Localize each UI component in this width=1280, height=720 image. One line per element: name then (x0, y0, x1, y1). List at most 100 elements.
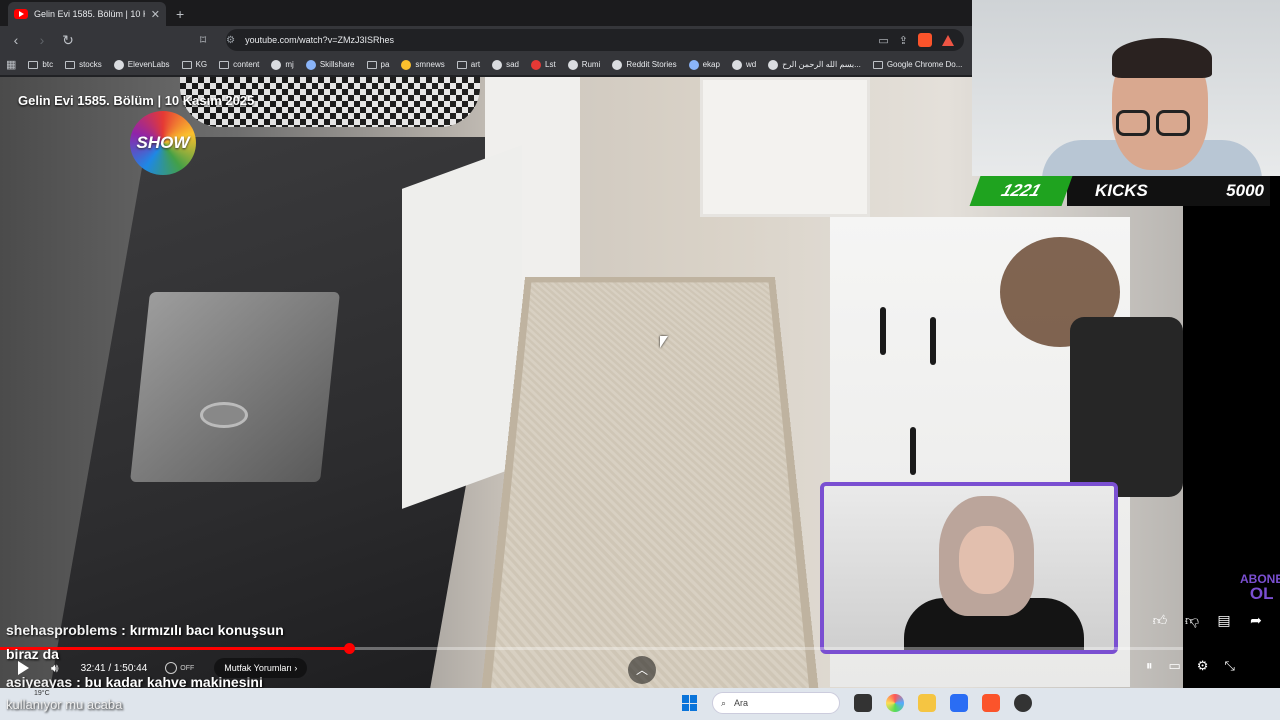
kicks-label-wrap: KICKS 5000 (1067, 176, 1270, 206)
bookmark-label: ekap (702, 60, 720, 69)
copilot-icon[interactable] (886, 694, 904, 712)
rewards-icon[interactable] (942, 34, 954, 46)
bookmark-item[interactable]: Skillshare (305, 59, 355, 70)
bookmark-item[interactable]: Lst (531, 59, 556, 70)
chapter-label: Mutfak Yorumları (224, 663, 292, 673)
page-icon (768, 59, 779, 70)
bookmark-item[interactable]: smnews (401, 59, 445, 70)
play-icon[interactable] (18, 661, 29, 675)
share-arrow-icon[interactable]: ➦ (1246, 610, 1266, 630)
bookmark-item[interactable]: mj (271, 59, 294, 70)
bookmark-item[interactable]: Rumi (567, 59, 600, 70)
bookmark-item[interactable]: btc (28, 60, 53, 69)
weather-temp[interactable]: 19°C (34, 690, 50, 697)
bookmark-label: Skillshare (319, 60, 355, 69)
folder-icon (219, 60, 230, 69)
bookmark-item[interactable]: بسم الله الرحمن الرح... (768, 59, 861, 70)
chat-text: kırmızılı bacı konuşsun (129, 622, 284, 638)
like-icon[interactable]: 👍︎ (1150, 610, 1170, 630)
reload-icon[interactable]: ↻ (60, 32, 76, 49)
autoplay-label: OFF (180, 664, 195, 672)
bookmark-item[interactable]: KG (181, 60, 208, 69)
file-explorer-icon[interactable] (918, 694, 936, 712)
comment-icon[interactable]: ▤ (1214, 610, 1234, 630)
folder-icon (28, 60, 39, 69)
folder-icon (456, 60, 467, 69)
settings-gear-icon[interactable]: ⚙ (1197, 658, 1209, 674)
bookmark-item[interactable]: Reddit Stories (612, 59, 677, 70)
bookmark-label: mj (285, 60, 294, 69)
lst-icon (531, 59, 542, 70)
bookmark-item[interactable]: content (219, 60, 259, 69)
bookmark-label: pa (380, 60, 390, 69)
chevron-up-icon[interactable]: ︿ (628, 656, 656, 684)
bookmark-item[interactable]: stocks (65, 60, 102, 69)
sad-icon (492, 59, 503, 70)
player-controls: 🔊︎ 32:41 / 1:50:44 OFF Mutfak Yorumları … (0, 656, 1183, 680)
bookmark-label: wd (745, 60, 757, 69)
url-text[interactable]: youtube.com/watch?v=ZMzJ3ISRhes (245, 35, 868, 45)
chat-message: kullanıyor mu acaba (6, 697, 122, 712)
close-tab-icon[interactable]: ✕ (151, 8, 160, 21)
subscribe-badge: ABONE OL (1240, 573, 1280, 603)
bookmark-item[interactable]: ElevenLabs (113, 59, 170, 70)
apps-grid-icon[interactable]: ▦ (6, 58, 16, 71)
tab-strip: Gelin Evi 1585. Bölüm | 10 Kas ✕ + (0, 0, 972, 26)
windows-start-icon[interactable] (682, 695, 698, 711)
folder-icon (366, 60, 377, 69)
snipping-tool-icon[interactable] (950, 694, 968, 712)
chat-user: shehasproblems (6, 622, 118, 638)
bookmark-item[interactable]: art (456, 60, 481, 69)
subtitles-icon[interactable]: ▭ (1169, 658, 1181, 674)
taskbar-search[interactable]: ⌕ Ara (712, 692, 840, 714)
exit-fullscreen-icon[interactable]: ⤡ (1224, 658, 1234, 674)
autoplay-toggle[interactable]: OFF (165, 662, 194, 674)
coffee-machine (1070, 317, 1183, 497)
site-info-icon[interactable]: ⚙ (226, 35, 235, 46)
kicks-count: 1221 (969, 176, 1073, 206)
bookmark-item[interactable]: wd (731, 59, 757, 70)
chapter-button[interactable]: Mutfak Yorumları › (214, 658, 308, 678)
progress-bar[interactable] (0, 643, 1183, 654)
bookmark-item[interactable]: pa (366, 60, 390, 69)
bookmark-label: btc (42, 60, 54, 69)
search-icon: ⌕ (721, 697, 727, 708)
tab-youtube[interactable]: Gelin Evi 1585. Bölüm | 10 Kas ✕ (8, 2, 166, 26)
share-icon[interactable]: ⇪ (899, 34, 908, 47)
right-controls: ⏸︎ ▭ ⚙ ⤡ (1146, 658, 1235, 674)
bookmark-icon[interactable]: ⌑ (200, 33, 206, 47)
bookmark-item[interactable]: ekap (688, 59, 720, 70)
kicks-goal: 5000 (1226, 181, 1264, 200)
tab-title: Gelin Evi 1585. Bölüm | 10 Kas (34, 9, 145, 19)
bookmark-label: Lst (545, 60, 556, 69)
back-icon[interactable]: ‹ (8, 32, 24, 48)
app-icon[interactable] (1014, 694, 1032, 712)
volume-icon[interactable]: 🔊︎ (51, 661, 59, 676)
ol-text: OL (1249, 584, 1274, 603)
bookmark-label: Google Chrome Do... (886, 60, 963, 69)
bookmark-label: بسم الله الرحمن الرح... (782, 60, 861, 69)
pause-autoplay-icon[interactable]: ⏸︎ (1146, 658, 1153, 674)
youtube-icon (14, 9, 28, 19)
browser-toolbar: ‹ › ↻ ⌑ ⚙ youtube.com/watch?v=ZMzJ3ISRhe… (0, 26, 972, 54)
progress-knob[interactable] (344, 643, 355, 654)
forward-icon[interactable]: › (34, 32, 50, 48)
cast-icon[interactable]: ▭ (878, 34, 888, 47)
task-view-icon[interactable] (854, 694, 872, 712)
dislike-icon[interactable]: 👎︎ (1182, 610, 1202, 630)
bookmark-item[interactable]: Google Chrome Do... (872, 60, 963, 69)
bookmark-label: stocks (79, 60, 102, 69)
sink-drain (200, 402, 248, 428)
video-title[interactable]: Gelin Evi 1585. Bölüm | 10 Kasım 2025 (18, 93, 254, 108)
new-tab-button[interactable]: + (166, 6, 194, 26)
brave-shield-icon[interactable] (918, 33, 932, 47)
address-bar[interactable]: ⌑ ⚙ youtube.com/watch?v=ZMzJ3ISRhes ▭ ⇪ (200, 29, 964, 51)
bookmark-label: KG (195, 60, 208, 69)
brave-browser-icon[interactable] (982, 694, 1000, 712)
bookmark-item[interactable]: sad (492, 59, 519, 70)
rumi-icon (567, 59, 578, 70)
bookmark-label: art (470, 60, 481, 69)
autoplay-icon (165, 662, 178, 674)
kitchen-sink (130, 292, 340, 482)
taskbar: 19°C ⌕ Ara (0, 688, 1280, 720)
